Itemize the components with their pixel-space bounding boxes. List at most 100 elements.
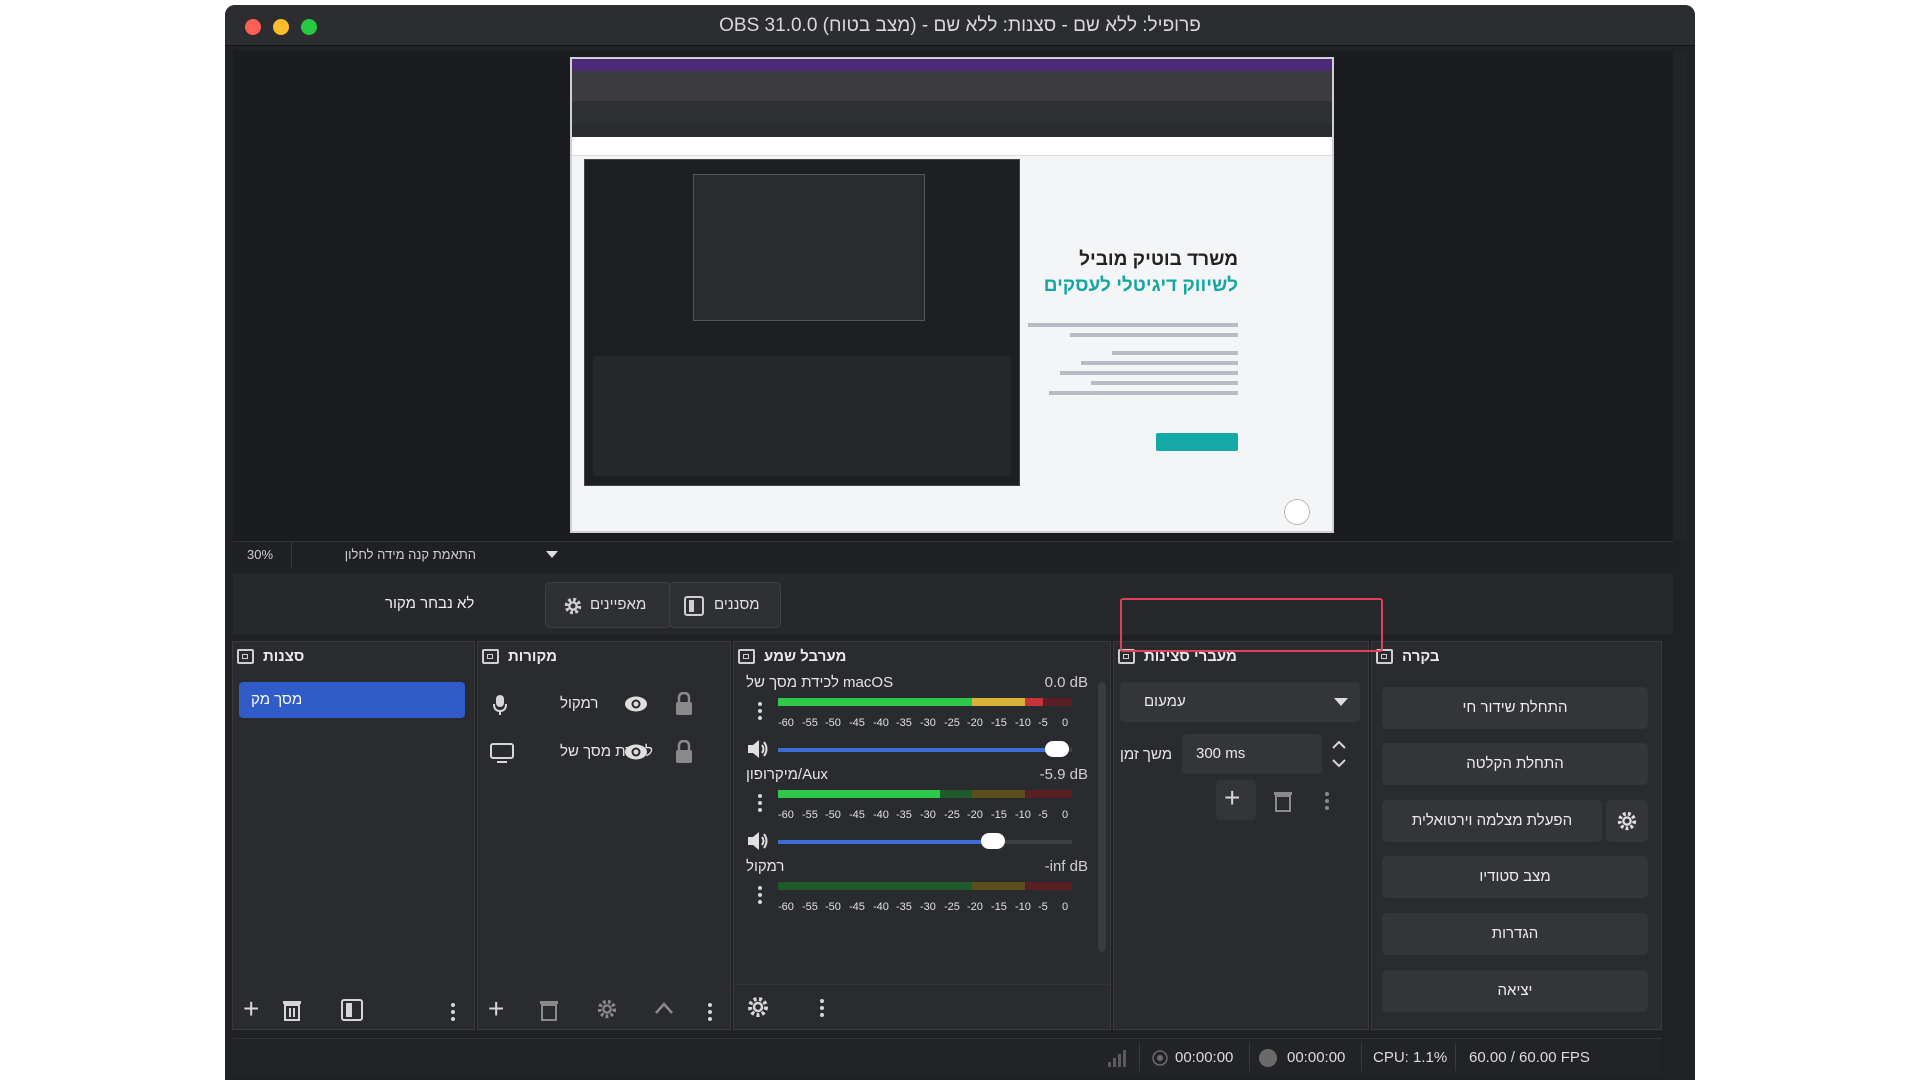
meter-tick-label: -20 bbox=[967, 901, 983, 913]
mixer-dock-title: מערבל שמע bbox=[764, 648, 847, 665]
preview-address-bar bbox=[572, 101, 1332, 123]
scenes-toolbar: + bbox=[233, 989, 474, 1029]
speaker-icon[interactable] bbox=[746, 738, 770, 760]
eye-icon[interactable] bbox=[624, 695, 648, 713]
scene-item[interactable]: מסך מק bbox=[239, 682, 465, 718]
meter-tick-label: -30 bbox=[920, 901, 936, 913]
sources-dock-title: מקורות bbox=[508, 648, 558, 665]
context-bar: לא נבחר מקור מאפיינים מסננים bbox=[233, 573, 1673, 635]
mixer-toolbar bbox=[734, 984, 1110, 1029]
eye-icon[interactable] bbox=[624, 743, 648, 761]
cpu-usage: CPU: 1.1% bbox=[1373, 1049, 1448, 1066]
preview-scrollbar[interactable] bbox=[1673, 51, 1687, 541]
preview-site-nav bbox=[572, 137, 1332, 156]
chevron-up-icon[interactable] bbox=[654, 1001, 674, 1015]
audio-mixer-dock: מערבל שמע לכידת מסך של macOS 0.0 dB -60 -55… bbox=[733, 641, 1111, 1030]
mixer-channel-db: 0.0 dB bbox=[1044, 674, 1088, 691]
settings-button[interactable]: הגדרות bbox=[1382, 913, 1648, 955]
trash-icon[interactable] bbox=[538, 998, 560, 1022]
volume-meter: -60 -55 -50 -45 -40 -35 -30 -25 -20 -15 -10 -5 0 bbox=[778, 882, 1072, 913]
zoom-mode-select[interactable]: התאמת קנה מידה לחלון bbox=[291, 542, 558, 568]
channel-more-icon[interactable] bbox=[758, 794, 762, 798]
lock-icon[interactable] bbox=[674, 740, 694, 764]
start-streaming-label: התחלת שידור חי bbox=[1462, 699, 1568, 716]
studio-mode-button[interactable]: מצב סטודיו bbox=[1382, 856, 1648, 898]
volume-slider[interactable] bbox=[778, 833, 1072, 849]
duration-value: 300 ms bbox=[1196, 745, 1246, 762]
add-scene-button[interactable]: + bbox=[243, 995, 259, 1023]
volume-slider[interactable] bbox=[778, 741, 1072, 757]
meter-tick-label: -10 bbox=[1015, 717, 1031, 729]
meter-track bbox=[778, 882, 1072, 890]
preview-nested-canvas bbox=[693, 174, 925, 321]
meter-tick-label: -15 bbox=[991, 901, 1007, 913]
mixer-channel-db: -inf dB bbox=[1044, 858, 1088, 875]
speaker-icon[interactable] bbox=[746, 830, 770, 852]
volume-slider-knob[interactable] bbox=[981, 833, 1005, 849]
transitions-more-icon[interactable] bbox=[1325, 792, 1329, 796]
start-recording-button[interactable]: התחלת הקלטה bbox=[1382, 743, 1648, 785]
volume-slider-fill bbox=[778, 748, 1057, 752]
preview-screen-capture[interactable]: משרד בוטיק מוביל לשיווק דיגיטלי לעסקים bbox=[570, 57, 1334, 533]
volume-slider-knob[interactable] bbox=[1045, 741, 1069, 757]
controls-dock-title: בקרה bbox=[1402, 648, 1440, 665]
trash-icon[interactable] bbox=[281, 998, 303, 1022]
duration-input[interactable]: 300 ms bbox=[1182, 734, 1322, 774]
add-source-button[interactable]: + bbox=[488, 995, 504, 1023]
meter-tick-label: -40 bbox=[873, 901, 889, 913]
gear-icon bbox=[564, 597, 582, 615]
virtual-camera-settings-button[interactable] bbox=[1606, 800, 1648, 842]
duration-stepper[interactable] bbox=[1330, 737, 1348, 771]
start-recording-label: התחלת הקלטה bbox=[1466, 755, 1564, 772]
virtual-camera-button[interactable]: הפעלת מצלמה וירטואלית bbox=[1382, 800, 1602, 842]
sources-more-icon[interactable] bbox=[708, 1003, 712, 1007]
meter-tick-label: -60 bbox=[778, 809, 794, 821]
dock-float-icon[interactable] bbox=[237, 649, 254, 664]
sources-dock-header: מקורות bbox=[478, 642, 730, 672]
meter-tick-label: -35 bbox=[896, 717, 912, 729]
meter-tick-label: -35 bbox=[896, 901, 912, 913]
scenes-more-icon[interactable] bbox=[451, 1003, 455, 1007]
lock-icon[interactable] bbox=[674, 692, 694, 716]
meter-tick-label: -60 bbox=[778, 901, 794, 913]
window-title: פרופיל: ללא שם - סצנות: ללא שם - (מצב בט… bbox=[719, 15, 1201, 36]
mixer-channel-name: מיקרופון/Aux bbox=[746, 766, 828, 783]
source-item-screen-capture[interactable]: לכידת מסך של bbox=[478, 732, 730, 772]
meter-tick-label: -15 bbox=[991, 809, 1007, 821]
gear-icon[interactable] bbox=[596, 998, 618, 1020]
meter-tick-label: -50 bbox=[825, 901, 841, 913]
duration-label: משך זמן bbox=[1120, 746, 1173, 763]
mixer-channel: לכידת מסך של macOS 0.0 dB -60 -55 -50 -45 -40-… bbox=[734, 674, 1110, 766]
add-transition-button[interactable]: + bbox=[1216, 780, 1256, 820]
settings-label: הגדרות bbox=[1491, 925, 1539, 942]
trash-icon[interactable] bbox=[1272, 789, 1294, 813]
transition-select[interactable]: עמעום bbox=[1120, 682, 1360, 722]
meter-tick-label: 0 bbox=[1062, 901, 1069, 913]
exit-label: יציאה bbox=[1497, 982, 1533, 999]
scene-filter-icon[interactable] bbox=[341, 999, 363, 1021]
dock-float-icon[interactable] bbox=[738, 649, 755, 664]
signal-bars-icon bbox=[1108, 1050, 1126, 1067]
meter-tick-label: -50 bbox=[825, 809, 841, 821]
properties-button[interactable]: מאפיינים bbox=[545, 582, 671, 628]
controls-dock: בקרה התחלת שידור חי התחלת הקלטה הפעלת מצ… bbox=[1371, 641, 1662, 1030]
start-streaming-button[interactable]: התחלת שידור חי bbox=[1382, 687, 1648, 729]
filters-button[interactable]: מסננים bbox=[669, 582, 781, 628]
meter-tick-label: -40 bbox=[873, 717, 889, 729]
channel-more-icon[interactable] bbox=[758, 702, 762, 706]
meter-tick-label: -55 bbox=[802, 901, 818, 913]
filter-icon bbox=[684, 596, 704, 616]
title-bar: פרופיל: ללא שם - סצנות: ללא שם - (מצב בט… bbox=[225, 5, 1695, 46]
channel-more-icon[interactable] bbox=[758, 886, 762, 890]
dock-float-icon[interactable] bbox=[482, 649, 499, 664]
mixer-channel-db: -5.9 dB bbox=[1039, 766, 1088, 783]
mixer-scrollbar[interactable] bbox=[1098, 682, 1106, 952]
fps-readout: 60.00 / 60.00 FPS bbox=[1469, 1049, 1590, 1066]
source-label: רמקול bbox=[560, 695, 599, 712]
source-item-speaker[interactable]: רמקול bbox=[478, 684, 730, 724]
exit-button[interactable]: יציאה bbox=[1382, 970, 1648, 1012]
mixer-more-icon[interactable] bbox=[820, 999, 824, 1003]
advanced-audio-gear-icon[interactable] bbox=[746, 995, 770, 1019]
preview-menubar bbox=[572, 59, 1332, 71]
meter-tick-label: -25 bbox=[944, 717, 960, 729]
